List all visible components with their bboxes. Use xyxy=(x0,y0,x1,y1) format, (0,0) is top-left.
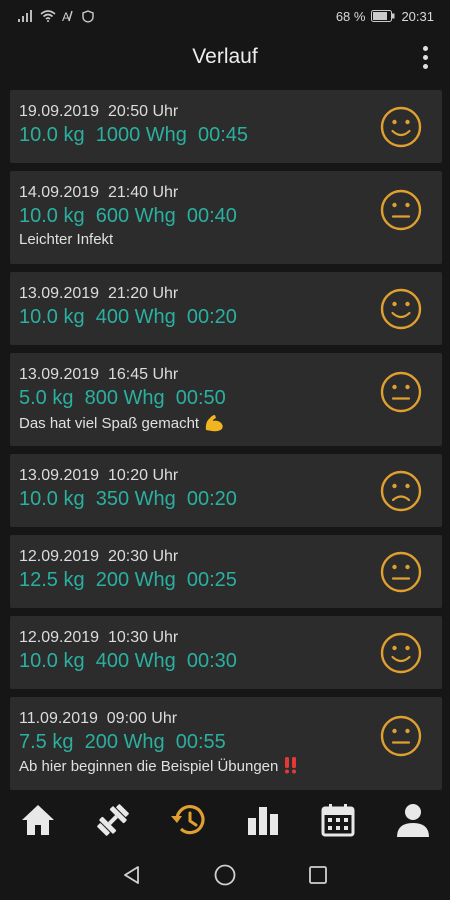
shield-icon xyxy=(82,9,94,23)
dot-icon xyxy=(422,63,428,69)
entry-stats: 5.0 kg 800 Whg 00:50 xyxy=(19,387,226,409)
entry-date: 12.09.2019 10:30 Uhr xyxy=(19,629,179,646)
happy-face-icon xyxy=(380,632,422,674)
entry-date: 19.09.2019 20:50 Uhr xyxy=(19,103,179,120)
overflow-menu-button[interactable] xyxy=(414,42,436,72)
entry-stats: 12.5 kg 200 Whg 00:25 xyxy=(19,569,237,591)
history-icon xyxy=(170,805,205,835)
double-exclamation-icon xyxy=(284,757,296,774)
history-entry[interactable]: 12.09.2019 10:30 Uhr 10.0 kg 400 Whg 00:… xyxy=(10,616,442,689)
nav-calendar[interactable] xyxy=(313,795,363,845)
entry-note: Das hat viel Spaß gemacht xyxy=(19,415,200,432)
entry-note: Leichter Infekt xyxy=(19,231,114,248)
person-icon xyxy=(396,804,429,837)
entry-note-row: Das hat viel Spaß gemacht xyxy=(19,412,432,434)
dot-icon xyxy=(422,54,428,60)
status-time: 20:31 xyxy=(401,8,434,24)
history-entry[interactable]: 19.09.2019 20:50 Uhr 10.0 kg 1000 Whg 00… xyxy=(10,90,442,163)
entry-date: 12.09.2019 20:30 Uhr xyxy=(19,548,179,565)
status-icons-left: A xyxy=(18,9,94,23)
entry-date: 11.09.2019 09:00 Uhr xyxy=(19,710,178,727)
flexed-biceps-icon xyxy=(206,415,223,432)
entry-stats: 10.0 kg 350 Whg 00:20 xyxy=(19,488,237,510)
happy-face-icon xyxy=(380,106,422,148)
sad-face-icon xyxy=(380,470,422,512)
entry-date: 14.09.2019 21:40 Uhr xyxy=(19,184,179,201)
app-bar: Verlauf xyxy=(0,32,450,82)
history-entry[interactable]: 13.09.2019 16:45 Uhr 5.0 kg 800 Whg 00:5… xyxy=(10,353,442,446)
battery-percent: 68 % xyxy=(335,8,366,24)
neutral-face-icon xyxy=(380,371,422,413)
nav-profile[interactable] xyxy=(388,795,438,845)
recents-icon[interactable] xyxy=(307,864,329,886)
entry-date: 13.09.2019 10:20 Uhr xyxy=(19,467,179,484)
nav-history[interactable] xyxy=(163,795,213,845)
history-entry[interactable]: 12.09.2019 20:30 Uhr 12.5 kg 200 Whg 00:… xyxy=(10,535,442,608)
history-entry[interactable]: 13.09.2019 21:20 Uhr 10.0 kg 400 Whg 00:… xyxy=(10,272,442,345)
entry-stats: 10.0 kg 600 Whg 00:40 xyxy=(19,205,237,227)
entry-stats: 10.0 kg 400 Whg 00:30 xyxy=(19,650,237,672)
neutral-face-icon xyxy=(380,189,422,231)
dot-icon xyxy=(422,45,428,51)
home-icon xyxy=(21,805,54,835)
happy-face-icon xyxy=(380,288,422,330)
history-entry[interactable]: 14.09.2019 21:40 Uhr 10.0 kg 600 Whg 00:… xyxy=(10,171,442,264)
system-navigation-bar xyxy=(0,850,450,900)
home-circle-icon[interactable] xyxy=(213,863,237,887)
neutral-face-icon xyxy=(380,715,422,757)
nav-statistics[interactable] xyxy=(238,795,288,845)
back-icon[interactable] xyxy=(121,864,143,886)
status-icons-right: 68 % 20:31 xyxy=(336,9,434,24)
bottom-navigation xyxy=(0,790,450,850)
neutral-face-icon xyxy=(380,551,422,593)
bar-chart-icon xyxy=(247,807,278,835)
nav-home[interactable] xyxy=(13,795,63,845)
dumbbell-icon xyxy=(96,804,129,836)
nfc-icon: A xyxy=(62,10,73,22)
wifi-icon xyxy=(40,10,56,22)
status-bar: A 68 % 20:31 xyxy=(0,0,450,32)
entry-date: 13.09.2019 16:45 Uhr xyxy=(19,366,179,383)
entry-stats: 10.0 kg 1000 Whg 00:45 xyxy=(19,124,249,146)
history-list: 19.09.2019 20:50 Uhr 10.0 kg 1000 Whg 00… xyxy=(10,90,442,798)
calendar-icon xyxy=(321,804,354,837)
entry-stats: 7.5 kg 200 Whg 00:55 xyxy=(19,731,226,753)
history-entry[interactable]: 11.09.2019 09:00 Uhr 7.5 kg 200 Whg 00:5… xyxy=(10,697,442,790)
battery-icon xyxy=(371,10,395,22)
signal-icon xyxy=(18,10,32,22)
entry-stats: 10.0 kg 400 Whg 00:20 xyxy=(19,306,237,328)
entry-note: Ab hier beginnen die Beispiel Übungen xyxy=(19,758,279,775)
entry-note-row: Ab hier beginnen die Beispiel Übungen xyxy=(19,756,432,777)
page-title: Verlauf xyxy=(192,45,258,68)
nav-exercises[interactable] xyxy=(88,795,138,845)
entry-date: 13.09.2019 21:20 Uhr xyxy=(19,285,179,302)
history-entry[interactable]: 13.09.2019 10:20 Uhr 10.0 kg 350 Whg 00:… xyxy=(10,454,442,527)
